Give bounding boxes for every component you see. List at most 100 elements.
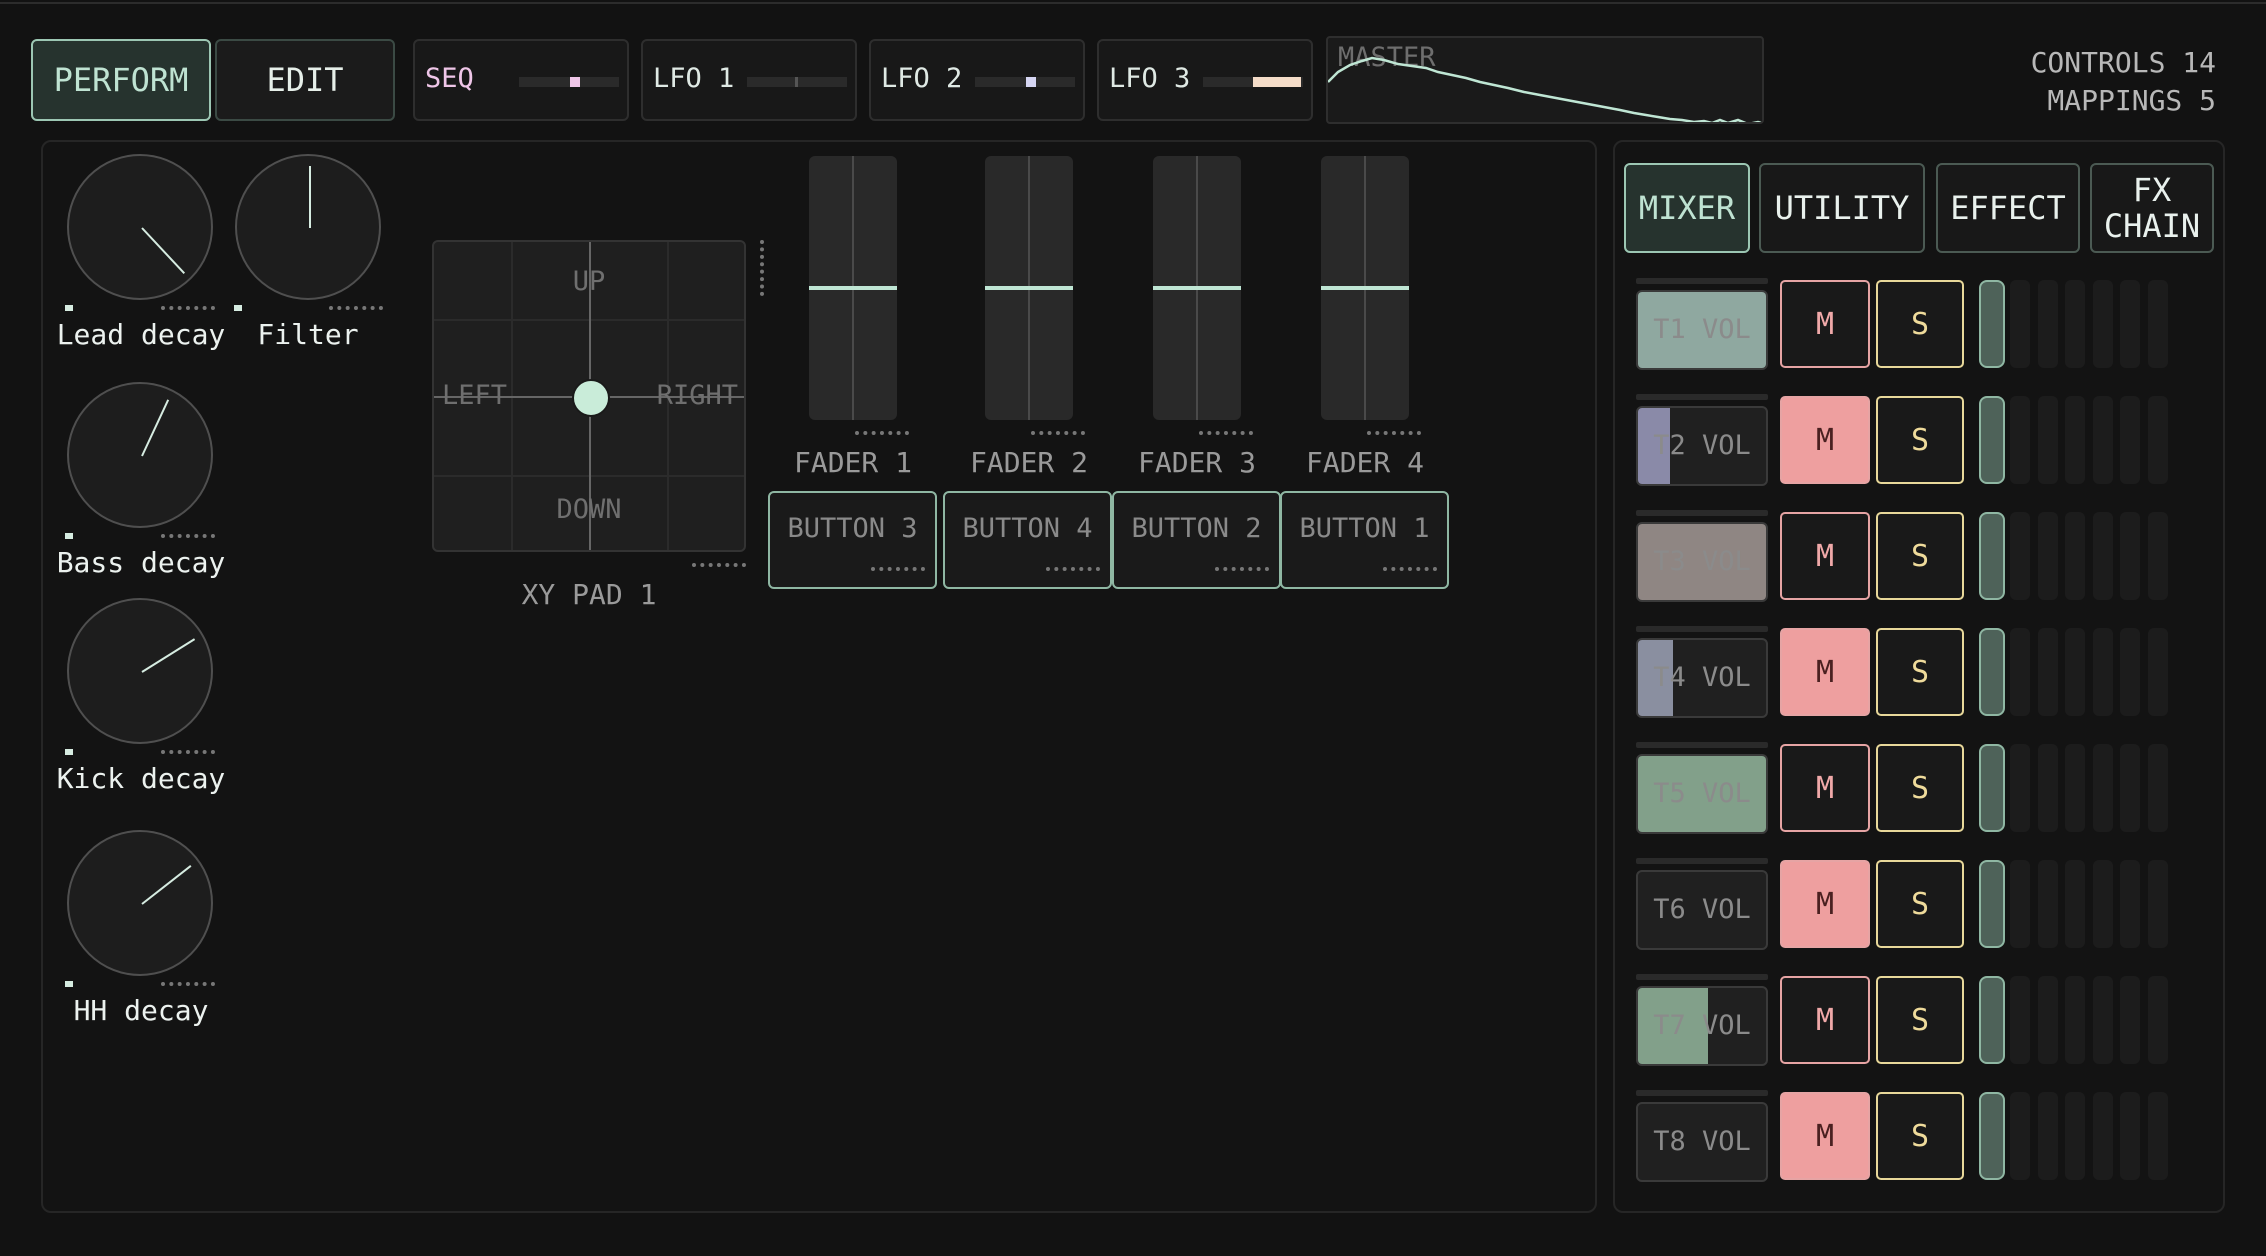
edit-mode-button[interactable]: EDIT <box>215 39 395 121</box>
track-2-volume[interactable]: T2 VOL <box>1636 406 1768 486</box>
track-7-meter-segment <box>2010 976 2030 1064</box>
track-7-mute-button[interactable]: M <box>1780 976 1870 1064</box>
lead-decay-knob[interactable] <box>67 154 213 300</box>
track-2-mute-button[interactable]: M <box>1780 396 1870 484</box>
track-7-meter-segment <box>2065 976 2085 1064</box>
fader-4-range <box>1367 431 1421 435</box>
track-5-mute-button[interactable]: M <box>1780 744 1870 832</box>
kick-decay-range <box>161 750 215 754</box>
kick-decay-label: Kick decay <box>56 762 226 795</box>
track-2-vol-bar <box>1636 394 1768 400</box>
button-1[interactable]: BUTTON 1 <box>1280 491 1449 589</box>
button-2[interactable]: BUTTON 2 <box>1112 491 1281 589</box>
lfo2-strip[interactable]: LFO 2 <box>869 39 1085 121</box>
track-1-meter-segment <box>2147 280 2168 368</box>
track-5-meter-segment <box>2147 744 2168 832</box>
button-3[interactable]: BUTTON 3 <box>768 491 937 589</box>
tab-mixer[interactable]: MIXER <box>1624 163 1750 253</box>
fader-2-cap[interactable] <box>985 286 1073 290</box>
hh-decay-knob[interactable] <box>67 830 213 976</box>
track-5-meter-segment <box>2092 744 2113 832</box>
perform-mode-button[interactable]: PERFORM <box>31 39 211 121</box>
hh-decay-label: HH decay <box>73 994 209 1027</box>
track-5-solo-button[interactable]: S <box>1876 744 1964 832</box>
track-4-meter-segment <box>2120 628 2140 716</box>
track-8-meter-segment <box>2010 1092 2030 1180</box>
track-2-meter-segment <box>2120 396 2140 484</box>
track-2-level-meter <box>1979 396 2005 484</box>
button-4-range <box>1046 567 1100 575</box>
fader-3[interactable] <box>1153 156 1241 420</box>
seq-strip[interactable]: SEQ <box>413 39 629 121</box>
track-1-meter-segment <box>2010 280 2030 368</box>
track-6-solo-button[interactable]: S <box>1876 860 1964 948</box>
xy-left-label: LEFT <box>442 380 508 411</box>
fader-1-cap[interactable] <box>809 286 897 290</box>
track-6-volume[interactable]: T6 VOL <box>1636 870 1768 950</box>
tab-effect[interactable]: EFFECT <box>1936 163 2080 253</box>
track-1-mute-button[interactable]: M <box>1780 280 1870 368</box>
track-5-meter-segment <box>2120 744 2140 832</box>
fader-3-cap[interactable] <box>1153 286 1241 290</box>
track-7-solo-button[interactable]: S <box>1876 976 1964 1064</box>
xy-pad[interactable]: UP DOWN LEFT RIGHT <box>432 240 746 552</box>
track-1-volume-label: T1 VOL <box>1653 314 1751 345</box>
filter-knob[interactable] <box>235 154 381 300</box>
track-3-volume[interactable]: T3 VOL <box>1636 522 1768 602</box>
lead-decay-needle <box>141 227 186 275</box>
track-4-volume-label: T4 VOL <box>1653 662 1751 693</box>
button-2-label: BUTTON 2 <box>1131 513 1262 544</box>
track-4-solo-button[interactable]: S <box>1876 628 1964 716</box>
track-7-level-meter <box>1979 976 2005 1064</box>
hh-decay-min-dot <box>65 981 73 987</box>
track-8-mute-button[interactable]: M <box>1780 1092 1870 1180</box>
xy-pad-handle[interactable] <box>572 379 610 417</box>
tab-fx-chain[interactable]: FX CHAIN <box>2090 163 2214 253</box>
track-3-meter-segment <box>2120 512 2140 600</box>
seq-indicator <box>570 77 580 87</box>
button-1-range <box>1383 567 1437 575</box>
track-1-solo-button[interactable]: S <box>1876 280 1964 368</box>
track-5-vol-bar <box>1636 742 1768 748</box>
track-5-volume[interactable]: T5 VOL <box>1636 754 1768 834</box>
fader-2-range <box>1031 431 1085 435</box>
lfo3-strip[interactable]: LFO 3 <box>1097 39 1313 121</box>
bass-decay-knob[interactable] <box>67 382 213 528</box>
track-2-solo-button[interactable]: S <box>1876 396 1964 484</box>
track-8-solo-button[interactable]: S <box>1876 1092 1964 1180</box>
button-4-label: BUTTON 4 <box>962 513 1093 544</box>
xy-pad-y-range <box>760 240 764 296</box>
track-3-mute-button[interactable]: M <box>1780 512 1870 600</box>
track-4-vol-bar <box>1636 626 1768 632</box>
track-7-meter-segment <box>2092 976 2113 1064</box>
top-divider <box>0 2 2266 4</box>
fader-4[interactable] <box>1321 156 1409 420</box>
button-3-range <box>871 567 925 575</box>
seq-label: SEQ <box>425 63 474 94</box>
track-6-mute-button[interactable]: M <box>1780 860 1870 948</box>
track-6-level-meter <box>1979 860 2005 948</box>
track-8-volume[interactable]: T8 VOL <box>1636 1102 1768 1182</box>
tab-utility[interactable]: UTILITY <box>1759 163 1925 253</box>
track-4-mute-button[interactable]: M <box>1780 628 1870 716</box>
track-7-volume[interactable]: T7 VOL <box>1636 986 1768 1066</box>
track-6-meter-segment <box>2120 860 2140 948</box>
track-5-meter-segment <box>2037 744 2058 832</box>
fader-4-cap[interactable] <box>1321 286 1409 290</box>
button-2-range <box>1215 567 1269 575</box>
track-4-volume[interactable]: T4 VOL <box>1636 638 1768 718</box>
track-3-meter-segment <box>2092 512 2113 600</box>
fader-2[interactable] <box>985 156 1073 420</box>
button-4[interactable]: BUTTON 4 <box>943 491 1112 589</box>
lfo1-strip[interactable]: LFO 1 <box>641 39 857 121</box>
fader-1[interactable] <box>809 156 897 420</box>
lfo1-indicator <box>795 77 798 87</box>
track-2-meter-segment <box>2147 396 2168 484</box>
track-2-meter-segment <box>2092 396 2113 484</box>
lfo3-indicator <box>1253 77 1301 87</box>
fader-1-label: FADER 1 <box>793 446 912 479</box>
track-1-volume[interactable]: T1 VOL <box>1636 290 1768 370</box>
track-3-solo-button[interactable]: S <box>1876 512 1964 600</box>
track-8-level-meter <box>1979 1092 2005 1180</box>
kick-decay-knob[interactable] <box>67 598 213 744</box>
